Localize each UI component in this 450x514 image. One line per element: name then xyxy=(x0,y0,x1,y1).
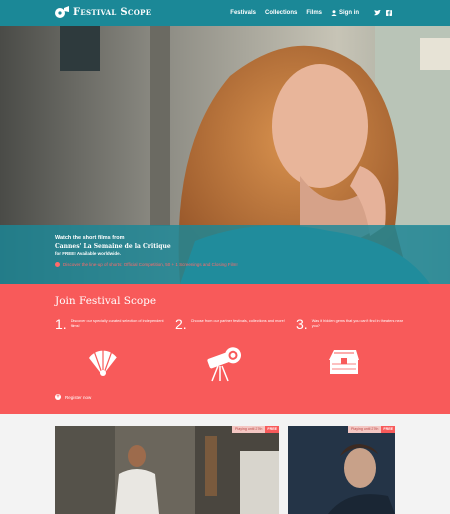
playing-badge: Playing until 27th FREE xyxy=(232,426,279,433)
badge-text: Playing until 27th xyxy=(232,426,266,433)
step-3: 3. Was it hidden gems that you can't fin… xyxy=(296,317,406,331)
hero-banner[interactable]: Watch the short films from Cannes' La Se… xyxy=(0,26,450,284)
register-link[interactable]: + Register now xyxy=(55,394,91,400)
step-1: 1. Discover our specially curated select… xyxy=(55,317,165,331)
step-number: 1. xyxy=(55,316,67,332)
nav-links: Festivals Collections Films Sign in xyxy=(230,0,392,26)
join-title: Join Festival Scope xyxy=(55,295,157,307)
signin-label: Sign in xyxy=(339,10,359,16)
step-text: Was it hidden gems that you can't find i… xyxy=(311,319,404,328)
brand-name: Festival Scope xyxy=(73,7,152,18)
top-nav: Festival Scope Festivals Collections Fil… xyxy=(0,0,450,26)
logo[interactable]: Festival Scope xyxy=(55,6,151,19)
join-section: Join Festival Scope 1. Discover our spec… xyxy=(0,284,450,414)
treasure-chest-icon xyxy=(329,350,359,374)
hero-discover-link[interactable]: Discover the line-up of shorts: Official… xyxy=(55,261,238,269)
fan-icon xyxy=(89,348,118,377)
free-tag: FREE xyxy=(381,426,395,433)
hero-line-3: for FREE! Available worldwide. xyxy=(55,251,121,256)
film-still xyxy=(288,426,395,514)
user-icon xyxy=(331,10,337,16)
discover-arrow-icon xyxy=(55,261,60,267)
register-label: Register now xyxy=(65,394,92,400)
film-still xyxy=(55,426,279,514)
hero-line-2: Cannes' La Semaine de la Critique xyxy=(55,242,171,250)
film-cards: Playing until 27th FREE Playing until 27… xyxy=(0,414,450,514)
nav-collections[interactable]: Collections xyxy=(265,10,297,16)
facebook-icon[interactable] xyxy=(386,10,392,16)
film-card[interactable]: Playing until 27th FREE xyxy=(288,426,395,514)
twitter-icon[interactable] xyxy=(374,10,381,16)
nav-films[interactable]: Films xyxy=(306,10,322,16)
step-number: 2. xyxy=(175,316,187,332)
signin-link[interactable]: Sign in xyxy=(331,10,359,16)
hero-caption: Watch the short films from Cannes' La Se… xyxy=(55,235,238,268)
free-tag: FREE xyxy=(265,426,279,433)
film-card[interactable]: Playing until 27th FREE xyxy=(55,426,279,514)
hero-line-1: Watch the short films from xyxy=(55,235,125,241)
step-text: Choose from our partner festivals, colle… xyxy=(190,319,285,323)
hero-line-4: Discover the line-up of shorts: Official… xyxy=(63,261,238,267)
nav-festivals[interactable]: Festivals xyxy=(230,10,256,16)
social-links xyxy=(374,10,392,16)
logo-icon xyxy=(55,6,69,18)
badge-text: Playing until 27th xyxy=(348,426,382,433)
step-number: 3. xyxy=(296,316,308,332)
step-2: 2. Choose from our partner festivals, co… xyxy=(175,317,285,331)
playing-badge: Playing until 27th FREE xyxy=(348,426,395,433)
plus-icon: + xyxy=(55,394,61,400)
step-text: Discover our specially curated selection… xyxy=(70,319,164,328)
telescope-icon xyxy=(207,347,241,382)
